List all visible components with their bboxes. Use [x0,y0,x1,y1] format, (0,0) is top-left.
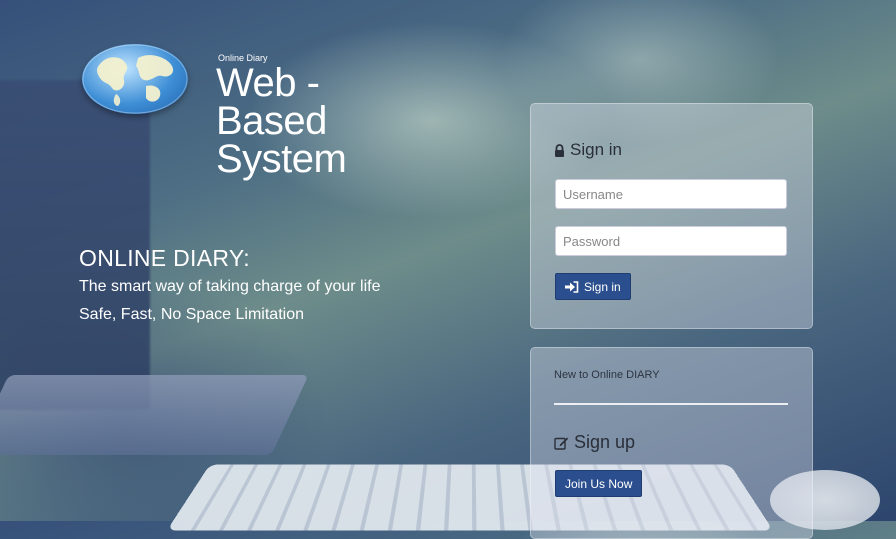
join-button[interactable]: Join Us Now [555,470,642,497]
background-laptop-base [0,375,309,455]
signup-panel: New to Online DIARY Sign up Join Us Now [530,347,813,539]
signin-heading: Sign in [554,140,622,160]
brand-title-line-2: Based [216,102,376,140]
signup-divider [554,403,788,405]
password-input[interactable] [555,226,787,256]
brand-title-line-1: Web - [216,64,376,102]
lock-icon [554,144,565,157]
signup-heading: Sign up [554,432,635,453]
signup-intro: New to Online DIARY [554,369,660,381]
signin-button-label: Sign in [584,280,621,294]
signin-panel: Sign in Sign in [530,103,813,329]
hero-tagline: The smart way of taking charge of your l… [79,278,380,296]
hero-title: ONLINE DIARY: [79,245,250,272]
username-input[interactable] [555,179,787,209]
signup-heading-label: Sign up [574,432,635,453]
edit-icon [554,436,569,450]
signin-heading-label: Sign in [570,140,622,160]
sign-in-icon [565,281,579,293]
hero-features: Safe, Fast, No Space Limitation [79,306,304,324]
globe-icon [82,44,188,114]
signin-button[interactable]: Sign in [555,273,631,300]
brand-title-line-3: System [216,140,376,178]
brand-title: Web - Based System [216,64,376,178]
